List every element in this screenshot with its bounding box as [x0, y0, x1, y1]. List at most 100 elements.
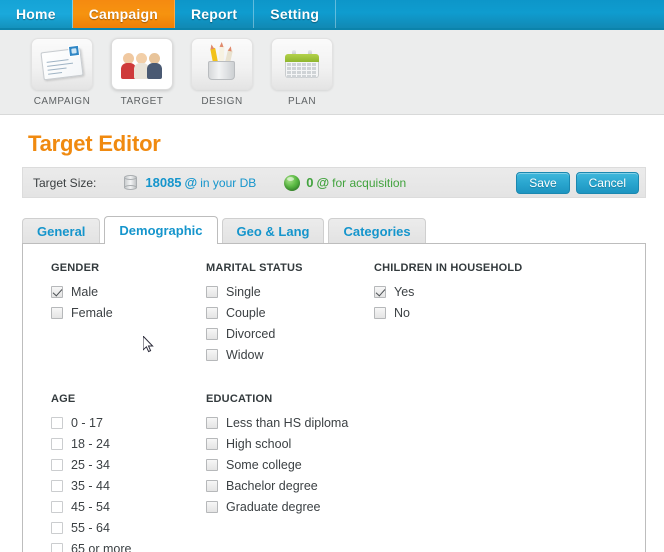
checkbox-children-yes-label: Yes — [394, 284, 415, 299]
checkbox-some-college-label: Some college — [226, 457, 302, 472]
calendar-icon — [285, 50, 319, 78]
row-spacer — [23, 365, 645, 393]
target-size-acquisition-stat: 0 @ for acquisition — [284, 174, 407, 191]
checkbox-single-label: Single — [226, 284, 261, 299]
checkbox-row-widow[interactable]: Widow — [206, 344, 374, 365]
checkbox-row-age-55-64[interactable]: 55 - 64 — [51, 517, 206, 538]
nav-item-setting[interactable]: Setting — [254, 0, 337, 28]
checkbox-row-children-no[interactable]: No — [374, 302, 574, 323]
checkbox-graduate-degree[interactable] — [206, 500, 218, 513]
checkbox-row-couple[interactable]: Couple — [206, 302, 374, 323]
checkbox-age-55-64[interactable] — [51, 521, 63, 534]
checkbox-age-45-54[interactable] — [51, 500, 63, 513]
action-buttons: Save Cancel — [516, 172, 639, 194]
checkbox-some-college[interactable] — [206, 458, 218, 471]
checkbox-row-bachelor-degree[interactable]: Bachelor degree — [206, 475, 466, 496]
target-size-label: Target Size: — [33, 175, 97, 190]
db-text: in your DB — [200, 175, 257, 190]
checkbox-row-high-school[interactable]: High school — [206, 433, 466, 454]
checkbox-row-female[interactable]: Female — [51, 302, 206, 323]
globe-icon — [284, 174, 301, 191]
workflow-item-design[interactable]: DESIGN — [182, 38, 262, 107]
acquisition-at-symbol: @ — [316, 175, 330, 190]
checkbox-widow[interactable] — [206, 348, 218, 361]
people-icon — [121, 49, 163, 79]
acquisition-text: for acquisition — [332, 175, 407, 190]
checkbox-age-65-or-more-label: 65 or more — [71, 541, 132, 552]
checkbox-age-45-54-label: 45 - 54 — [71, 499, 110, 514]
checkbox-row-age-65-or-more[interactable]: 65 or more — [51, 538, 206, 552]
checkbox-couple[interactable] — [206, 306, 218, 319]
workflow-item-plan[interactable]: PLAN — [262, 38, 342, 107]
checkbox-widow-label: Widow — [226, 347, 264, 362]
checkbox-row-children-yes[interactable]: Yes — [374, 281, 574, 302]
checkbox-age-18-24[interactable] — [51, 437, 63, 450]
campaign-tile[interactable] — [31, 38, 93, 90]
checkbox-row-age-25-34[interactable]: 25 - 34 — [51, 454, 206, 475]
workflow-label-target: TARGET — [120, 96, 164, 107]
checkbox-age-25-34-label: 25 - 34 — [71, 457, 110, 472]
editor-tabs: General Demographic Geo & Lang Categorie… — [22, 216, 646, 244]
cancel-button[interactable]: Cancel — [575, 172, 639, 194]
checkbox-row-divorced[interactable]: Divorced — [206, 323, 374, 344]
workflow-item-campaign[interactable]: CAMPAIGN — [22, 38, 102, 107]
checkbox-row-age-45-54[interactable]: 45 - 54 — [51, 496, 206, 517]
group-education-title: EDUCATION — [206, 393, 273, 405]
tab-categories[interactable]: Categories — [328, 218, 426, 244]
plan-tile[interactable] — [271, 38, 333, 90]
checkbox-female-label: Female — [71, 305, 113, 320]
checkbox-age-55-64-label: 55 - 64 — [71, 520, 110, 535]
checkbox-row-graduate-degree[interactable]: Graduate degree — [206, 496, 466, 517]
checkbox-age-65-or-more[interactable] — [51, 542, 63, 552]
checkbox-age-0-17[interactable] — [51, 416, 63, 429]
workflow-label-design: DESIGN — [201, 96, 243, 107]
nav-item-campaign-label: Campaign — [88, 6, 158, 22]
db-at-symbol: @ — [184, 175, 198, 190]
workflow-label-campaign: CAMPAIGN — [33, 96, 91, 107]
group-education: EDUCATION Less than HS diploma High scho… — [206, 393, 466, 552]
checkbox-bachelor-degree[interactable] — [206, 479, 218, 492]
checkbox-age-35-44[interactable] — [51, 479, 63, 492]
checkbox-less-than-hs-diploma[interactable] — [206, 416, 218, 429]
checkbox-female[interactable] — [51, 306, 63, 319]
checkbox-row-less-than-hs-diploma[interactable]: Less than HS diploma — [206, 412, 466, 433]
checkbox-divorced[interactable] — [206, 327, 218, 340]
save-button[interactable]: Save — [516, 172, 570, 194]
checkbox-male[interactable] — [51, 285, 63, 298]
checkbox-less-than-hs-diploma-label: Less than HS diploma — [226, 415, 349, 430]
checkbox-row-some-college[interactable]: Some college — [206, 454, 466, 475]
tab-geo-lang[interactable]: Geo & Lang — [221, 218, 325, 244]
checkbox-row-male[interactable]: Male — [51, 281, 206, 302]
checkbox-row-single[interactable]: Single — [206, 281, 374, 302]
checkbox-age-25-34[interactable] — [51, 458, 63, 471]
workflow-label-plan: PLAN — [287, 96, 317, 107]
group-children-title: CHILDREN IN HOUSEHOLD — [374, 262, 523, 274]
workflow-item-target[interactable]: TARGET — [102, 38, 182, 107]
tab-demographic[interactable]: Demographic — [104, 216, 218, 244]
checkbox-row-age-35-44[interactable]: 35 - 44 — [51, 475, 206, 496]
db-count: 18085 — [145, 175, 182, 190]
checkbox-row-age-18-24[interactable]: 18 - 24 — [51, 433, 206, 454]
nav-item-setting-label: Setting — [270, 6, 320, 22]
nav-filler — [336, 0, 664, 28]
checkbox-children-no[interactable] — [374, 306, 386, 319]
checkbox-children-yes[interactable] — [374, 285, 386, 298]
page-body: Target Editor Target Size: 18085 @ in yo… — [0, 115, 664, 552]
nav-item-campaign[interactable]: Campaign — [72, 0, 175, 28]
nav-item-home[interactable]: Home — [0, 0, 73, 28]
database-icon — [124, 174, 138, 191]
design-tile[interactable] — [191, 38, 253, 90]
group-marital-status: MARITAL STATUS Single Couple Divorced Wi… — [206, 262, 374, 365]
nav-item-report[interactable]: Report — [175, 0, 255, 28]
envelope-icon — [40, 44, 84, 81]
checkbox-row-age-0-17[interactable]: 0 - 17 — [51, 412, 206, 433]
group-marital-title: MARITAL STATUS — [206, 262, 303, 274]
checkbox-high-school[interactable] — [206, 437, 218, 450]
nav-item-report-label: Report — [190, 6, 238, 22]
tab-general-label: General — [37, 224, 86, 239]
checkbox-single[interactable] — [206, 285, 218, 298]
tab-general[interactable]: General — [22, 218, 101, 244]
checkbox-age-18-24-label: 18 - 24 — [71, 436, 110, 451]
target-tile[interactable] — [111, 38, 173, 90]
checkbox-age-35-44-label: 35 - 44 — [71, 478, 110, 493]
